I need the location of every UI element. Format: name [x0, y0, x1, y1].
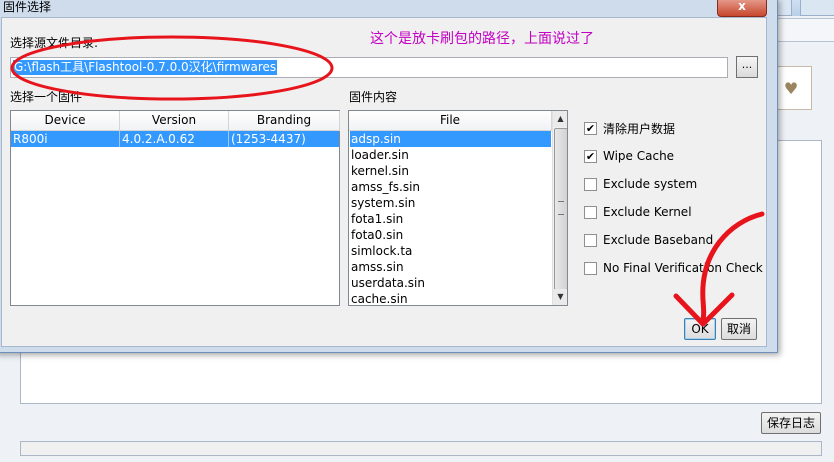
list-item[interactable]: loader.sin	[350, 147, 551, 163]
option-label: Exclude Kernel	[603, 205, 692, 219]
source-dir-input[interactable]: G:\flash工具\Flashtool-0.7.0.0汉化\firmwares	[10, 57, 728, 78]
option-label: Wipe Cache	[603, 149, 675, 163]
select-firmware-label: 选择一个固件	[10, 90, 83, 104]
checkbox-icon[interactable]	[584, 177, 597, 191]
scroll-down-icon[interactable]: ▼	[553, 289, 567, 305]
list-item[interactable]: fota1.sin	[350, 211, 551, 227]
firmware-table: Device Version Branding R800i 4.0.2.A.0.…	[10, 110, 340, 306]
grip-icon	[558, 201, 564, 215]
scrollbar-thumb[interactable]	[554, 128, 567, 290]
background-maximize-button[interactable]	[800, 0, 834, 16]
list-item[interactable]: system.sin	[350, 195, 551, 211]
list-item[interactable]: userdata.sin	[350, 275, 551, 291]
table-cell-version: 4.0.2.A.0.62	[120, 131, 229, 147]
option-label: Exclude Baseband	[603, 233, 714, 247]
option-label: Exclude system	[603, 177, 698, 191]
source-dir-value: G:\flash工具\Flashtool-0.7.0.0汉化\firmwares	[13, 60, 278, 75]
column-header-device[interactable]: Device	[11, 111, 120, 131]
option-no-final-verification[interactable]: No Final Verification Check	[584, 260, 763, 276]
list-item[interactable]: simlock.ta	[350, 243, 551, 259]
option-label: 清除用户数据	[603, 121, 676, 136]
table-cell-branding: (1253-4437)	[231, 132, 306, 146]
browse-button[interactable]: ...	[736, 56, 758, 78]
file-list: File adsp.sin loader.sin kernel.sin amss…	[348, 110, 568, 306]
close-button[interactable]: x	[717, 0, 767, 17]
list-item[interactable]: adsp.sin	[350, 131, 551, 147]
progress-bar	[20, 441, 822, 456]
checkbox-checked-icon[interactable]: ✔	[584, 149, 597, 163]
checkbox-icon[interactable]	[584, 261, 597, 275]
list-item[interactable]: cache.sin	[350, 291, 551, 305]
option-exclude-baseband[interactable]: Exclude Baseband	[584, 232, 713, 248]
cancel-button[interactable]: 取消	[721, 318, 757, 340]
option-wipe-cache[interactable]: ✔ Wipe Cache	[584, 148, 674, 164]
annotation-text: 这个是放卡刷包的路径，上面说过了	[370, 31, 594, 47]
column-header-version[interactable]: Version	[120, 111, 229, 131]
table-cell-device: R800i	[11, 131, 120, 147]
checkbox-icon[interactable]	[584, 205, 597, 219]
file-list-scrollbar[interactable]: ▲ ▼	[552, 111, 567, 305]
option-wipe-user-data[interactable]: ✔ 清除用户数据	[584, 120, 675, 136]
ok-button[interactable]: OK	[684, 318, 716, 340]
file-column-header[interactable]: File	[349, 111, 552, 131]
option-exclude-kernel[interactable]: Exclude Kernel	[584, 204, 692, 220]
background-panel	[770, 18, 834, 42]
option-label: No Final Verification Check	[603, 261, 763, 275]
checkbox-checked-icon[interactable]: ✔	[584, 121, 597, 135]
checkbox-icon[interactable]	[584, 233, 597, 247]
save-log-button[interactable]: 保存日志	[761, 412, 821, 434]
list-item[interactable]: fota0.sin	[350, 227, 551, 243]
list-item[interactable]: kernel.sin	[350, 163, 551, 179]
source-dir-label: 选择源文件目录:	[10, 36, 99, 50]
list-item[interactable]: amss_fs.sin	[350, 179, 551, 195]
background-edge	[822, 138, 834, 438]
column-header-branding[interactable]: Branding	[229, 111, 340, 131]
scroll-up-icon[interactable]: ▲	[553, 111, 567, 127]
firmware-select-dialog: 固件选择 x 选择源文件目录: 这个是放卡刷包的路径，上面说过了 G:\flas…	[0, 0, 778, 353]
option-exclude-system[interactable]: Exclude system	[584, 176, 697, 192]
list-item[interactable]: amss.sin	[350, 259, 551, 275]
dialog-body: 选择源文件目录: 这个是放卡刷包的路径，上面说过了 G:\flash工具\Fla…	[1, 17, 767, 347]
firmware-contents-label: 固件内容	[349, 90, 398, 104]
